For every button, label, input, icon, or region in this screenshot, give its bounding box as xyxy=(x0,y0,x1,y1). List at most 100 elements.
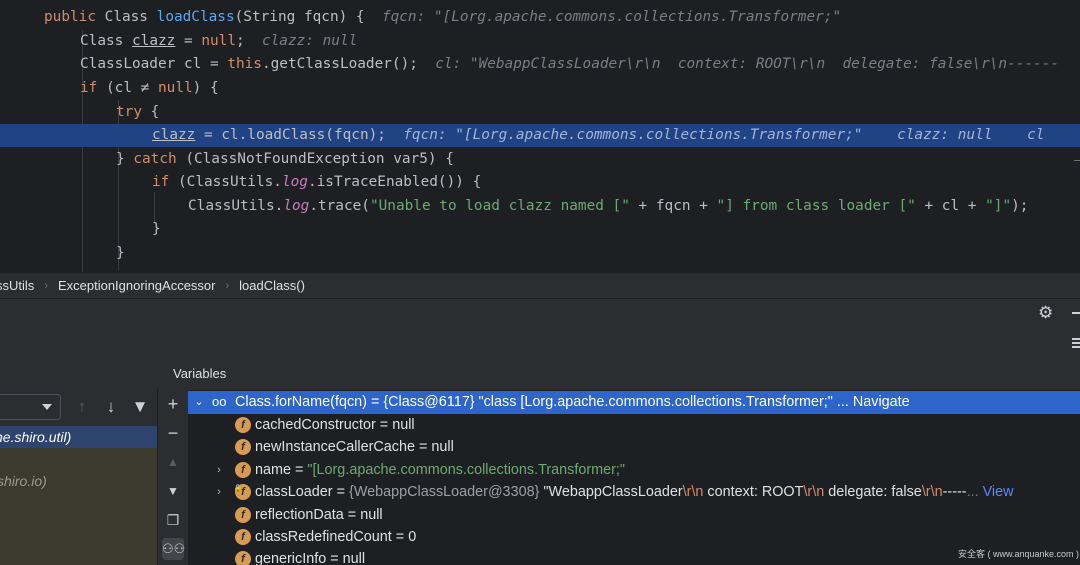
move-up-icon[interactable]: ▲ xyxy=(162,451,184,473)
field-icon: f xyxy=(235,462,251,478)
variable-row[interactable]: f newInstanceCallerCache = null xyxy=(188,436,1080,459)
code-line-8[interactable]: if (ClassUtils.log.isTraceEnabled()) { xyxy=(0,171,1080,194)
code-text: + fqcn + xyxy=(629,198,717,214)
code-line-11[interactable]: } xyxy=(0,242,1080,265)
breadcrumb-class[interactable]: ssUtils xyxy=(0,278,34,293)
inline-hint: fqcn: "[Lorg.apache.commons.collections.… xyxy=(403,127,863,143)
field-name: cachedConstructor xyxy=(255,417,376,433)
chevron-down-icon xyxy=(42,404,52,410)
chevron-right-icon[interactable]: › xyxy=(213,459,225,481)
code-editor[interactable]: public Class loadClass(String fqcn) { fq… xyxy=(0,0,1080,272)
call: = cl.loadClass(fqcn); xyxy=(195,127,386,143)
code-line-5[interactable]: try { xyxy=(0,101,1080,124)
add-icon[interactable]: + xyxy=(162,393,184,415)
field-name: reflectionData xyxy=(255,507,344,523)
code-line-2[interactable]: Class clazz = null; clazz: null xyxy=(0,30,1080,53)
gear-icon[interactable]: ⚙ xyxy=(1038,304,1056,322)
variable: clazz xyxy=(152,127,196,143)
code-line-3[interactable]: ClassLoader cl = this.getClassLoader(); … xyxy=(0,53,1080,76)
remove-icon[interactable]: − xyxy=(162,422,184,444)
operator: = xyxy=(175,33,202,49)
move-down-icon[interactable]: ▼ xyxy=(162,480,184,502)
copy-icon[interactable]: ❐ xyxy=(162,509,184,531)
variable-root[interactable]: ⌄ oo Class.forName(fqcn) = {Class@6117} … xyxy=(188,391,1080,414)
inline-hint: fqcn: "[Lorg.apache.commons.collections.… xyxy=(381,9,842,25)
layout-icon[interactable] xyxy=(1072,338,1080,348)
down-arrow-icon[interactable]: ↓ xyxy=(101,396,121,418)
brace: } xyxy=(116,245,125,261)
chevron-right-icon: › xyxy=(225,279,230,292)
frame-item-selected[interactable]: he.shiro.util) xyxy=(0,426,157,448)
frame-item[interactable]: shiro.io) xyxy=(0,473,47,489)
code-line-9[interactable]: ClassUtils.log.trace("Unable to load cla… xyxy=(0,195,1080,218)
keyword: null xyxy=(158,80,193,96)
field-value: "[Lorg.apache.commons.collections.Transf… xyxy=(307,462,626,478)
watermark: 安全客 ( www.anquanke.com ) xyxy=(958,549,1080,559)
field-desc: ----- xyxy=(942,484,967,500)
field-value: 0 xyxy=(408,529,417,545)
chevron-down-icon[interactable]: ⌄ xyxy=(193,391,205,413)
code-line-1[interactable]: public Class loadClass(String fqcn) { fq… xyxy=(0,6,1080,29)
equals: = xyxy=(291,462,308,478)
inline-hint: cl xyxy=(1027,127,1045,143)
navigate-link[interactable]: Navigate xyxy=(853,394,910,410)
escape-seq: \r\n xyxy=(682,484,704,500)
variable-row[interactable]: f reflectionData = null xyxy=(188,504,1080,527)
type-name: Class xyxy=(80,33,124,49)
glasses-icon[interactable]: ⚇⚇ xyxy=(162,538,185,560)
hide-icon[interactable] xyxy=(1072,312,1080,314)
chevron-right-icon[interactable]: › xyxy=(213,481,225,503)
keyword: catch xyxy=(133,151,177,167)
variable-row[interactable]: f classRedefinedCount = 0 xyxy=(188,526,1080,549)
watch-expression: Class.forName(fqcn) xyxy=(235,394,367,410)
variable-row[interactable]: › f name = "[Lorg.apache.commons.collect… xyxy=(188,459,1080,482)
breadcrumb: ssUtils › ExceptionIgnoringAccessor › lo… xyxy=(0,272,1080,298)
filter-icon[interactable]: ▼ xyxy=(130,396,150,418)
field-value: {WebappClassLoader@3308} xyxy=(349,484,540,500)
field-icon: f xyxy=(235,417,251,433)
type-name: ClassLoader xyxy=(80,56,176,72)
equals: = xyxy=(375,417,393,433)
variables-tree[interactable]: ⌄ oo Class.forName(fqcn) = {Class@6117} … xyxy=(188,390,1080,565)
variable: cl xyxy=(183,56,202,72)
field-name: newInstanceCallerCache xyxy=(255,439,415,455)
field-name: classLoader xyxy=(255,484,333,500)
scroll-marker xyxy=(1074,160,1080,161)
code-line-10[interactable]: } xyxy=(0,218,1080,241)
code-text: + cl + xyxy=(915,198,986,214)
field-desc: "WebappClassLoader xyxy=(539,484,683,500)
frame-label: he.shiro.util) xyxy=(0,429,72,445)
frame-label: shiro.io) xyxy=(0,473,47,489)
brace: { xyxy=(142,104,160,120)
code-line-7[interactable]: } catch (ClassNotFoundException var5) { xyxy=(0,148,1080,171)
variable-row[interactable]: › 🔒 f classLoader = {WebappClassLoader@33… xyxy=(188,481,1080,504)
catch-clause: (ClassNotFoundException var5) { xyxy=(176,151,454,167)
lock-icon: 🔒 xyxy=(233,484,243,493)
view-link[interactable]: View xyxy=(983,484,1014,500)
thread-selector[interactable] xyxy=(0,394,61,420)
string-literal: "] from class loader [" xyxy=(716,198,916,214)
call: .getClassLoader(); xyxy=(261,56,418,72)
variables-toolbar: + − ▲ ▼ ❐ ⚇⚇ xyxy=(157,388,187,565)
code-line-4[interactable]: if (cl ≠ null) { xyxy=(0,77,1080,100)
field-name: genericInfo xyxy=(255,551,327,565)
watch-value: = {Class@6117} "class [Lorg.apache.commo… xyxy=(366,394,853,410)
params: (String fqcn) { xyxy=(234,9,365,25)
breadcrumb-method[interactable]: loadClass() xyxy=(239,278,305,293)
condition: ) { xyxy=(192,80,219,96)
variable-row[interactable]: f genericInfo = null xyxy=(188,548,1080,565)
frames-panel: ↑ ↓ ▼ he.shiro.util) shiro.io) xyxy=(0,328,157,565)
glasses-icon: oo xyxy=(212,394,227,409)
inline-hint: cl: "WebappClassLoader\r\n context: ROOT… xyxy=(435,56,1060,72)
field-value: null xyxy=(360,507,383,523)
ellipsis: ... xyxy=(966,484,983,500)
equals: = xyxy=(343,507,361,523)
current-execution-line[interactable]: clazz = cl.loadClass(fqcn); fqcn: "[Lorg… xyxy=(0,124,1080,147)
variable-row[interactable]: f cachedConstructor = null xyxy=(188,414,1080,437)
up-arrow-icon[interactable]: ↑ xyxy=(72,396,92,418)
keyword: null xyxy=(201,33,236,49)
equals: = xyxy=(326,551,343,565)
breadcrumb-inner-class[interactable]: ExceptionIgnoringAccessor xyxy=(58,278,216,293)
equals: = xyxy=(332,484,350,500)
keyword: try xyxy=(116,104,142,120)
